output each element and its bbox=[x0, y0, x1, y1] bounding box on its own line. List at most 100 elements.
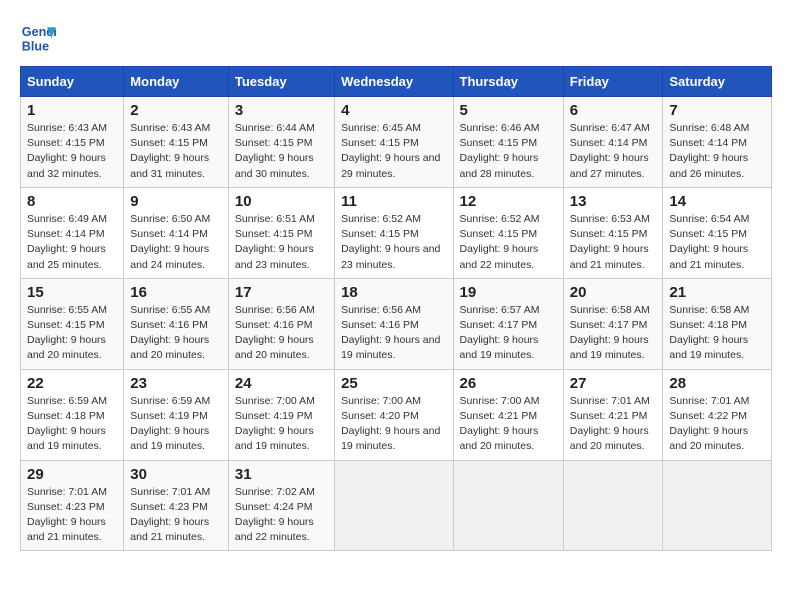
weekday-header-sunday: Sunday bbox=[21, 67, 124, 97]
day-info: Sunrise: 6:58 AMSunset: 4:18 PMDaylight:… bbox=[669, 303, 765, 364]
day-number: 17 bbox=[235, 284, 328, 301]
calendar-cell: 30 Sunrise: 7:01 AMSunset: 4:23 PMDaylig… bbox=[124, 460, 229, 551]
day-info: Sunrise: 6:53 AMSunset: 4:15 PMDaylight:… bbox=[570, 212, 657, 273]
day-number: 3 bbox=[235, 102, 328, 119]
day-number: 8 bbox=[27, 193, 117, 210]
day-info: Sunrise: 6:49 AMSunset: 4:14 PMDaylight:… bbox=[27, 212, 117, 273]
day-info: Sunrise: 7:00 AMSunset: 4:19 PMDaylight:… bbox=[235, 394, 328, 455]
calendar-cell: 27 Sunrise: 7:01 AMSunset: 4:21 PMDaylig… bbox=[563, 369, 663, 460]
day-info: Sunrise: 6:47 AMSunset: 4:14 PMDaylight:… bbox=[570, 121, 657, 182]
calendar-cell bbox=[563, 460, 663, 551]
day-number: 26 bbox=[460, 375, 557, 392]
calendar-table: SundayMondayTuesdayWednesdayThursdayFrid… bbox=[20, 66, 772, 551]
day-info: Sunrise: 6:55 AMSunset: 4:16 PMDaylight:… bbox=[130, 303, 222, 364]
day-number: 18 bbox=[341, 284, 446, 301]
day-info: Sunrise: 7:01 AMSunset: 4:23 PMDaylight:… bbox=[27, 485, 117, 546]
weekday-header-thursday: Thursday bbox=[453, 67, 563, 97]
day-info: Sunrise: 7:01 AMSunset: 4:22 PMDaylight:… bbox=[669, 394, 765, 455]
day-number: 31 bbox=[235, 466, 328, 483]
day-info: Sunrise: 6:51 AMSunset: 4:15 PMDaylight:… bbox=[235, 212, 328, 273]
calendar-cell: 10 Sunrise: 6:51 AMSunset: 4:15 PMDaylig… bbox=[228, 187, 334, 278]
calendar-cell: 9 Sunrise: 6:50 AMSunset: 4:14 PMDayligh… bbox=[124, 187, 229, 278]
day-number: 23 bbox=[130, 375, 222, 392]
header: General Blue bbox=[20, 20, 772, 56]
day-number: 19 bbox=[460, 284, 557, 301]
day-number: 29 bbox=[27, 466, 117, 483]
calendar-cell: 26 Sunrise: 7:00 AMSunset: 4:21 PMDaylig… bbox=[453, 369, 563, 460]
day-number: 13 bbox=[570, 193, 657, 210]
calendar-cell: 1 Sunrise: 6:43 AMSunset: 4:15 PMDayligh… bbox=[21, 97, 124, 188]
day-number: 1 bbox=[27, 102, 117, 119]
calendar-cell: 2 Sunrise: 6:43 AMSunset: 4:15 PMDayligh… bbox=[124, 97, 229, 188]
day-number: 15 bbox=[27, 284, 117, 301]
calendar-cell: 22 Sunrise: 6:59 AMSunset: 4:18 PMDaylig… bbox=[21, 369, 124, 460]
day-number: 7 bbox=[669, 102, 765, 119]
day-info: Sunrise: 6:56 AMSunset: 4:16 PMDaylight:… bbox=[235, 303, 328, 364]
calendar-cell: 18 Sunrise: 6:56 AMSunset: 4:16 PMDaylig… bbox=[335, 278, 453, 369]
day-info: Sunrise: 6:52 AMSunset: 4:15 PMDaylight:… bbox=[460, 212, 557, 273]
day-number: 27 bbox=[570, 375, 657, 392]
day-info: Sunrise: 7:01 AMSunset: 4:23 PMDaylight:… bbox=[130, 485, 222, 546]
calendar-cell: 17 Sunrise: 6:56 AMSunset: 4:16 PMDaylig… bbox=[228, 278, 334, 369]
day-info: Sunrise: 6:45 AMSunset: 4:15 PMDaylight:… bbox=[341, 121, 446, 182]
day-number: 11 bbox=[341, 193, 446, 210]
weekday-header-saturday: Saturday bbox=[663, 67, 772, 97]
weekday-header-friday: Friday bbox=[563, 67, 663, 97]
day-info: Sunrise: 6:50 AMSunset: 4:14 PMDaylight:… bbox=[130, 212, 222, 273]
day-number: 12 bbox=[460, 193, 557, 210]
day-info: Sunrise: 6:59 AMSunset: 4:18 PMDaylight:… bbox=[27, 394, 117, 455]
weekday-header-wednesday: Wednesday bbox=[335, 67, 453, 97]
day-info: Sunrise: 6:57 AMSunset: 4:17 PMDaylight:… bbox=[460, 303, 557, 364]
day-number: 10 bbox=[235, 193, 328, 210]
calendar-cell: 14 Sunrise: 6:54 AMSunset: 4:15 PMDaylig… bbox=[663, 187, 772, 278]
day-info: Sunrise: 6:48 AMSunset: 4:14 PMDaylight:… bbox=[669, 121, 765, 182]
day-number: 4 bbox=[341, 102, 446, 119]
calendar-cell bbox=[663, 460, 772, 551]
weekday-header-tuesday: Tuesday bbox=[228, 67, 334, 97]
day-number: 5 bbox=[460, 102, 557, 119]
calendar-cell: 21 Sunrise: 6:58 AMSunset: 4:18 PMDaylig… bbox=[663, 278, 772, 369]
calendar-cell: 29 Sunrise: 7:01 AMSunset: 4:23 PMDaylig… bbox=[21, 460, 124, 551]
day-number: 22 bbox=[27, 375, 117, 392]
day-number: 6 bbox=[570, 102, 657, 119]
calendar-cell: 23 Sunrise: 6:59 AMSunset: 4:19 PMDaylig… bbox=[124, 369, 229, 460]
day-info: Sunrise: 6:43 AMSunset: 4:15 PMDaylight:… bbox=[27, 121, 117, 182]
day-info: Sunrise: 6:56 AMSunset: 4:16 PMDaylight:… bbox=[341, 303, 446, 364]
calendar-cell: 24 Sunrise: 7:00 AMSunset: 4:19 PMDaylig… bbox=[228, 369, 334, 460]
calendar-cell: 25 Sunrise: 7:00 AMSunset: 4:20 PMDaylig… bbox=[335, 369, 453, 460]
day-info: Sunrise: 7:00 AMSunset: 4:21 PMDaylight:… bbox=[460, 394, 557, 455]
day-info: Sunrise: 6:43 AMSunset: 4:15 PMDaylight:… bbox=[130, 121, 222, 182]
calendar-cell: 20 Sunrise: 6:58 AMSunset: 4:17 PMDaylig… bbox=[563, 278, 663, 369]
day-number: 28 bbox=[669, 375, 765, 392]
day-info: Sunrise: 7:01 AMSunset: 4:21 PMDaylight:… bbox=[570, 394, 657, 455]
svg-text:Blue: Blue bbox=[22, 40, 49, 54]
calendar-cell: 13 Sunrise: 6:53 AMSunset: 4:15 PMDaylig… bbox=[563, 187, 663, 278]
day-info: Sunrise: 6:59 AMSunset: 4:19 PMDaylight:… bbox=[130, 394, 222, 455]
day-number: 21 bbox=[669, 284, 765, 301]
calendar-cell: 11 Sunrise: 6:52 AMSunset: 4:15 PMDaylig… bbox=[335, 187, 453, 278]
day-info: Sunrise: 6:46 AMSunset: 4:15 PMDaylight:… bbox=[460, 121, 557, 182]
day-info: Sunrise: 6:58 AMSunset: 4:17 PMDaylight:… bbox=[570, 303, 657, 364]
calendar-cell bbox=[453, 460, 563, 551]
day-info: Sunrise: 6:44 AMSunset: 4:15 PMDaylight:… bbox=[235, 121, 328, 182]
weekday-header-monday: Monday bbox=[124, 67, 229, 97]
calendar-cell: 31 Sunrise: 7:02 AMSunset: 4:24 PMDaylig… bbox=[228, 460, 334, 551]
day-info: Sunrise: 6:52 AMSunset: 4:15 PMDaylight:… bbox=[341, 212, 446, 273]
day-number: 25 bbox=[341, 375, 446, 392]
calendar-cell: 7 Sunrise: 6:48 AMSunset: 4:14 PMDayligh… bbox=[663, 97, 772, 188]
calendar-cell bbox=[335, 460, 453, 551]
calendar-cell: 28 Sunrise: 7:01 AMSunset: 4:22 PMDaylig… bbox=[663, 369, 772, 460]
day-number: 20 bbox=[570, 284, 657, 301]
logo: General Blue bbox=[20, 20, 56, 56]
day-number: 30 bbox=[130, 466, 222, 483]
day-number: 14 bbox=[669, 193, 765, 210]
calendar-cell: 12 Sunrise: 6:52 AMSunset: 4:15 PMDaylig… bbox=[453, 187, 563, 278]
day-number: 9 bbox=[130, 193, 222, 210]
day-number: 24 bbox=[235, 375, 328, 392]
day-info: Sunrise: 6:55 AMSunset: 4:15 PMDaylight:… bbox=[27, 303, 117, 364]
day-info: Sunrise: 7:00 AMSunset: 4:20 PMDaylight:… bbox=[341, 394, 446, 455]
day-info: Sunrise: 7:02 AMSunset: 4:24 PMDaylight:… bbox=[235, 485, 328, 546]
calendar-cell: 8 Sunrise: 6:49 AMSunset: 4:14 PMDayligh… bbox=[21, 187, 124, 278]
day-number: 16 bbox=[130, 284, 222, 301]
day-number: 2 bbox=[130, 102, 222, 119]
